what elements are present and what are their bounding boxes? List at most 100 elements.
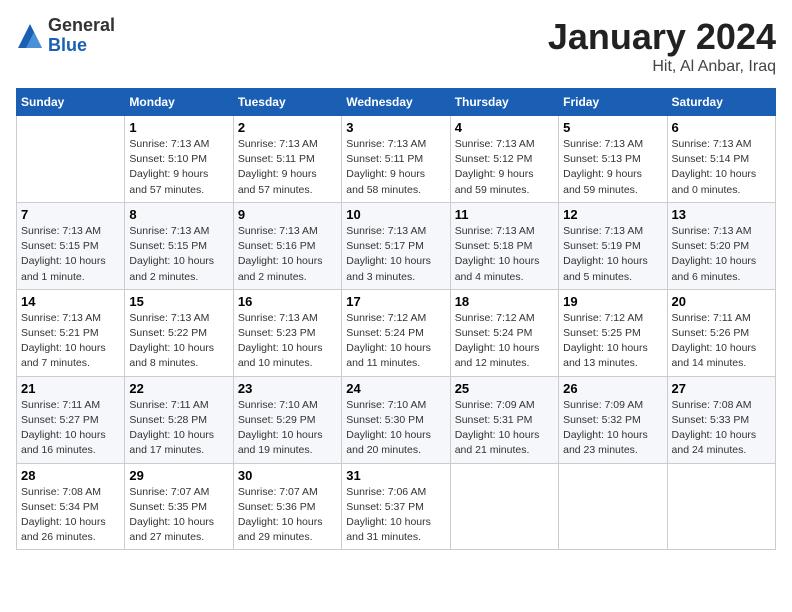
calendar-cell: 20 Sunrise: 7:11 AMSunset: 5:26 PMDayligh… [667,289,775,376]
column-header-friday: Friday [559,89,667,116]
calendar-cell: 31 Sunrise: 7:06 AMSunset: 5:37 PMDayligh… [342,463,450,550]
day-number: 10 [346,207,445,222]
calendar-week-row: 21 Sunrise: 7:11 AMSunset: 5:27 PMDayligh… [17,376,776,463]
day-number: 3 [346,120,445,135]
day-number: 6 [672,120,771,135]
calendar-cell: 30 Sunrise: 7:07 AMSunset: 5:36 PMDayligh… [233,463,341,550]
day-info: Sunrise: 7:13 AMSunset: 5:17 PMDaylight:… [346,224,445,285]
calendar-cell: 2 Sunrise: 7:13 AMSunset: 5:11 PMDaylight… [233,116,341,203]
calendar-cell: 7 Sunrise: 7:13 AMSunset: 5:15 PMDaylight… [17,202,125,289]
day-info: Sunrise: 7:12 AMSunset: 5:25 PMDaylight:… [563,311,662,372]
calendar-week-row: 28 Sunrise: 7:08 AMSunset: 5:34 PMDayligh… [17,463,776,550]
day-number: 26 [563,381,662,396]
day-number: 30 [238,468,337,483]
day-info: Sunrise: 7:06 AMSunset: 5:37 PMDaylight:… [346,485,445,546]
day-number: 8 [129,207,228,222]
calendar-cell: 1 Sunrise: 7:13 AMSunset: 5:10 PMDaylight… [125,116,233,203]
calendar-cell: 4 Sunrise: 7:13 AMSunset: 5:12 PMDaylight… [450,116,558,203]
day-number: 11 [455,207,554,222]
calendar-cell: 9Sunrise: 7:13 AMSunset: 5:16 PMDaylight… [233,202,341,289]
calendar-cell: 23 Sunrise: 7:10 AMSunset: 5:29 PMDayligh… [233,376,341,463]
calendar-table: SundayMondayTuesdayWednesdayThursdayFrid… [16,88,776,550]
calendar-cell: 16Sunrise: 7:13 AMSunset: 5:23 PMDayligh… [233,289,341,376]
day-info: Sunrise: 7:09 AMSunset: 5:31 PMDaylight:… [455,398,554,459]
day-info: Sunrise: 7:11 AMSunset: 5:26 PMDaylight:… [672,311,771,372]
day-info: Sunrise: 7:10 AMSunset: 5:30 PMDaylight:… [346,398,445,459]
day-number: 12 [563,207,662,222]
calendar-cell: 3 Sunrise: 7:13 AMSunset: 5:11 PMDaylight… [342,116,450,203]
calendar-cell: 25 Sunrise: 7:09 AMSunset: 5:31 PMDayligh… [450,376,558,463]
day-info: Sunrise: 7:13 AMSunset: 5:23 PMDaylight:… [238,311,337,372]
day-number: 23 [238,381,337,396]
calendar-cell: 18 Sunrise: 7:12 AMSunset: 5:24 PMDayligh… [450,289,558,376]
day-number: 22 [129,381,228,396]
day-number: 5 [563,120,662,135]
day-number: 19 [563,294,662,309]
day-info: Sunrise: 7:12 AMSunset: 5:24 PMDaylight:… [455,311,554,372]
column-header-saturday: Saturday [667,89,775,116]
page-header: General Blue January 2024 Hit, Al Anbar,… [16,16,776,76]
day-number: 21 [21,381,120,396]
calendar-header-row: SundayMondayTuesdayWednesdayThursdayFrid… [17,89,776,116]
day-number: 20 [672,294,771,309]
day-info: Sunrise: 7:07 AMSunset: 5:36 PMDaylight:… [238,485,337,546]
calendar-cell: 11Sunrise: 7:13 AMSunset: 5:18 PMDayligh… [450,202,558,289]
day-number: 1 [129,120,228,135]
day-number: 2 [238,120,337,135]
calendar-cell: 27Sunrise: 7:08 AMSunset: 5:33 PMDayligh… [667,376,775,463]
day-info: Sunrise: 7:13 AMSunset: 5:11 PMDaylight:… [238,137,337,198]
day-number: 28 [21,468,120,483]
day-info: Sunrise: 7:11 AMSunset: 5:27 PMDaylight:… [21,398,120,459]
day-number: 15 [129,294,228,309]
calendar-week-row: 7 Sunrise: 7:13 AMSunset: 5:15 PMDaylight… [17,202,776,289]
calendar-cell: 8Sunrise: 7:13 AMSunset: 5:15 PMDaylight… [125,202,233,289]
day-number: 4 [455,120,554,135]
day-info: Sunrise: 7:08 AMSunset: 5:34 PMDaylight:… [21,485,120,546]
day-number: 18 [455,294,554,309]
day-info: Sunrise: 7:13 AMSunset: 5:12 PMDaylight:… [455,137,554,198]
day-number: 31 [346,468,445,483]
day-info: Sunrise: 7:11 AMSunset: 5:28 PMDaylight:… [129,398,228,459]
calendar-cell [559,463,667,550]
calendar-cell: 13Sunrise: 7:13 AMSunset: 5:20 PMDayligh… [667,202,775,289]
day-number: 13 [672,207,771,222]
day-number: 7 [21,207,120,222]
calendar-cell: 14 Sunrise: 7:13 AMSunset: 5:21 PMDayligh… [17,289,125,376]
column-header-thursday: Thursday [450,89,558,116]
calendar-cell [17,116,125,203]
logo-blue: Blue [48,36,115,56]
day-info: Sunrise: 7:13 AMSunset: 5:11 PMDaylight:… [346,137,445,198]
logo: General Blue [16,16,115,56]
day-info: Sunrise: 7:10 AMSunset: 5:29 PMDaylight:… [238,398,337,459]
day-info: Sunrise: 7:07 AMSunset: 5:35 PMDaylight:… [129,485,228,546]
calendar-cell [450,463,558,550]
day-number: 27 [672,381,771,396]
calendar-cell: 10 Sunrise: 7:13 AMSunset: 5:17 PMDayligh… [342,202,450,289]
calendar-cell: 5 Sunrise: 7:13 AMSunset: 5:13 PMDaylight… [559,116,667,203]
day-info: Sunrise: 7:13 AMSunset: 5:10 PMDaylight:… [129,137,228,198]
calendar-week-row: 1 Sunrise: 7:13 AMSunset: 5:10 PMDaylight… [17,116,776,203]
calendar-cell: 17Sunrise: 7:12 AMSunset: 5:24 PMDayligh… [342,289,450,376]
day-number: 17 [346,294,445,309]
calendar-cell: 28 Sunrise: 7:08 AMSunset: 5:34 PMDayligh… [17,463,125,550]
calendar-cell: 26 Sunrise: 7:09 AMSunset: 5:32 PMDayligh… [559,376,667,463]
month-title: January 2024 [548,16,776,58]
day-number: 29 [129,468,228,483]
calendar-cell: 22 Sunrise: 7:11 AMSunset: 5:28 PMDayligh… [125,376,233,463]
day-info: Sunrise: 7:13 AMSunset: 5:13 PMDaylight:… [563,137,662,198]
day-info: Sunrise: 7:09 AMSunset: 5:32 PMDaylight:… [563,398,662,459]
calendar-cell: 12Sunrise: 7:13 AMSunset: 5:19 PMDayligh… [559,202,667,289]
column-header-tuesday: Tuesday [233,89,341,116]
day-number: 25 [455,381,554,396]
day-info: Sunrise: 7:13 AMSunset: 5:21 PMDaylight:… [21,311,120,372]
calendar-week-row: 14 Sunrise: 7:13 AMSunset: 5:21 PMDayligh… [17,289,776,376]
calendar-cell [667,463,775,550]
day-info: Sunrise: 7:13 AMSunset: 5:16 PMDaylight:… [238,224,337,285]
day-info: Sunrise: 7:13 AMSunset: 5:22 PMDaylight:… [129,311,228,372]
title-area: January 2024 Hit, Al Anbar, Iraq [548,16,776,76]
calendar-cell: 21 Sunrise: 7:11 AMSunset: 5:27 PMDayligh… [17,376,125,463]
day-number: 14 [21,294,120,309]
calendar-cell: 6Sunrise: 7:13 AMSunset: 5:14 PMDaylight… [667,116,775,203]
location-subtitle: Hit, Al Anbar, Iraq [548,58,776,76]
day-info: Sunrise: 7:13 AMSunset: 5:15 PMDaylight:… [21,224,120,285]
